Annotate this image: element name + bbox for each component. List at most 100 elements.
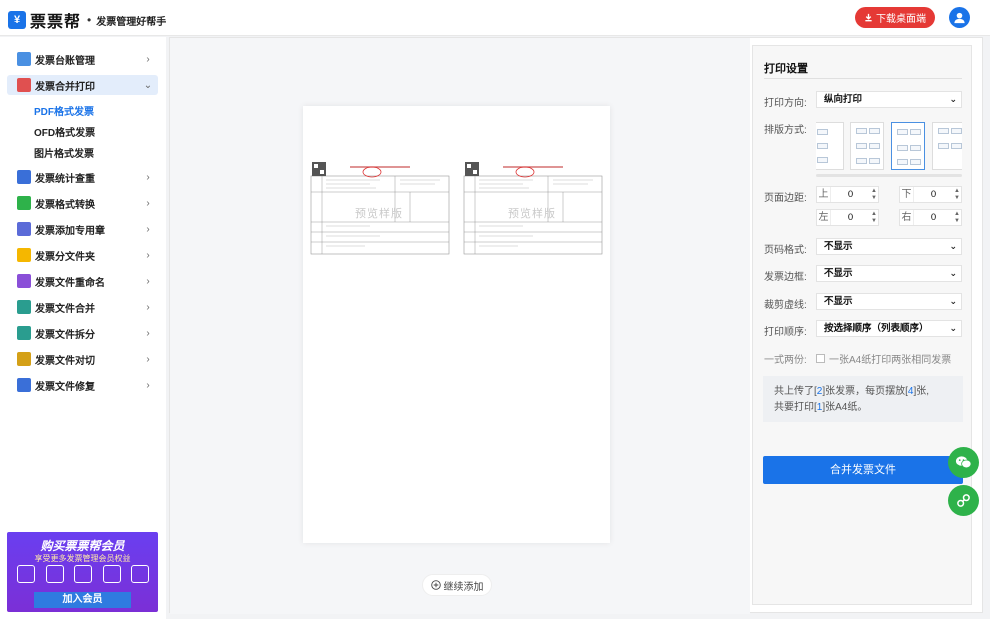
layout-option-6[interactable]: [932, 122, 962, 170]
logo-separator: •: [87, 13, 92, 27]
chevron-down-icon: ⌄: [949, 94, 957, 104]
margin-top-input[interactable]: 上 0 ▲ ▼: [816, 186, 879, 203]
repair-icon: [17, 378, 31, 392]
sidebar-item-stamp[interactable]: 发票添加专用章 ›: [7, 219, 158, 239]
continue-add-label: 继续添加: [443, 581, 484, 593]
submenu-ofd-invoice[interactable]: OFD格式发票: [34, 124, 95, 139]
page-number-label: 页码格式:: [764, 245, 807, 256]
join-membership-button[interactable]: 加入会员: [34, 592, 131, 608]
orientation-select[interactable]: 纵向打印 ⌄: [816, 91, 962, 108]
chevron-right-icon: ›: [146, 223, 150, 235]
promo-subtitle: 享受更多发票管理会员权益: [34, 554, 131, 563]
stats-icon: [17, 170, 31, 184]
layout-scrollbar[interactable]: [816, 174, 962, 177]
plus-circle-icon: [430, 580, 441, 590]
monitor-icon: [45, 565, 64, 583]
margin-side-label: 上: [817, 187, 831, 202]
invoice-border-select[interactable]: 不显示 ⌄: [816, 265, 962, 282]
margin-value: 0: [930, 189, 937, 200]
cut-icon: [17, 352, 31, 366]
stepper-arrows-icon[interactable]: ▲ ▼: [870, 211, 878, 225]
merge-invoice-files-button[interactable]: 合并发票文件: [763, 456, 963, 484]
cut-line-select[interactable]: 不显示 ⌄: [816, 293, 962, 310]
summary-text: 共要打印[: [774, 402, 817, 413]
sidebar-item-file-merge[interactable]: 发票文件合并 ›: [7, 297, 158, 317]
sidebar-item-label: 发票文件拆分: [35, 329, 95, 341]
sidebar-item-label: 发票格式转换: [35, 199, 95, 211]
chevron-right-icon: ›: [146, 379, 150, 391]
duplicate-checkbox-row[interactable]: 一张A4纸打印两张相同发票: [816, 351, 951, 366]
margin-value: 0: [847, 189, 854, 200]
margin-bottom-input[interactable]: 下 0 ▲ ▼: [899, 186, 962, 203]
layout-option-1[interactable]: [816, 122, 844, 170]
user-group-icon: [102, 565, 121, 583]
wechat-icon: [955, 456, 972, 469]
sidebar-item-stats[interactable]: 发票统计查重 ›: [7, 167, 158, 187]
sidebar-item-convert[interactable]: 发票格式转换 ›: [7, 193, 158, 213]
chevron-right-icon: ›: [146, 275, 150, 287]
continue-add-button[interactable]: 继续添加: [422, 574, 492, 596]
ledger-icon: [17, 52, 31, 66]
sidebar-item-merge-print[interactable]: 发票合并打印 ⌄: [7, 75, 158, 95]
sidebar-item-label: 发票文件修复: [35, 381, 95, 393]
logo-slogan: 发票管理好帮手: [96, 16, 167, 28]
preview-watermark: 预览样版: [508, 208, 556, 220]
stepper-arrows-icon[interactable]: ▲ ▼: [953, 188, 961, 202]
chevron-right-icon: ›: [146, 301, 150, 313]
stepper-arrows-icon[interactable]: ▲ ▼: [870, 188, 878, 202]
layout-option-2[interactable]: [850, 122, 884, 170]
sidebar-item-label: 发票合并打印: [35, 81, 95, 93]
sidebar-item-label: 发票文件合并: [35, 303, 95, 315]
margin-side-label: 右: [900, 210, 914, 225]
submenu-image-invoice[interactable]: 图片格式发票: [34, 145, 94, 160]
download-icon: [865, 13, 872, 22]
page-number-select[interactable]: 不显示 ⌄: [816, 238, 962, 255]
print-order-value: 按选择顺序（列表顺序）: [824, 323, 929, 334]
sidebar: 发票台账管理 › 发票合并打印 ⌄ PDF格式发票 OFD格式发票 图片格式发票…: [0, 37, 166, 619]
sidebar-item-invoice-ledger[interactable]: 发票台账管理 ›: [7, 49, 158, 69]
duplicate-label: 一式两份:: [764, 355, 807, 366]
layout-option-4-selected[interactable]: [891, 122, 925, 170]
summary-line-2: 共要打印[1]张A4纸。: [774, 400, 963, 416]
user-avatar[interactable]: [949, 7, 970, 28]
sidebar-item-rename[interactable]: 发票文件重命名 ›: [7, 271, 158, 291]
app-logo[interactable]: ¥ 票票帮 • 发票管理好帮手: [8, 8, 166, 32]
top-bar: ¥ 票票帮 • 发票管理好帮手 下载桌面端: [0, 0, 990, 36]
margin-label: 页面边距:: [764, 193, 807, 204]
invoice-border-label: 发票边框:: [764, 272, 807, 283]
membership-promo-banner[interactable]: 购买票票帮会员 享受更多发票管理会员权益 加入会员: [7, 532, 158, 612]
promo-benefit-icons: [17, 565, 149, 583]
merge-icon: [17, 300, 31, 314]
summary-text: 共上传了[: [774, 386, 817, 397]
rename-icon: [17, 274, 31, 288]
chevron-down-icon: ⌄: [143, 79, 153, 91]
sidebar-item-file-cut[interactable]: 发票文件对切 ›: [7, 349, 158, 369]
duplicate-checkbox[interactable]: [816, 354, 825, 363]
a4-preview-page: 预览样版 预览样版: [303, 106, 610, 543]
sidebar-item-file-repair[interactable]: 发票文件修复 ›: [7, 375, 158, 395]
margin-side-label: 左: [817, 210, 831, 225]
download-desktop-button[interactable]: 下载桌面端: [855, 7, 935, 28]
split-icon: [17, 326, 31, 340]
invoice-border-value: 不显示: [824, 268, 853, 279]
submenu-pdf-invoice[interactable]: PDF格式发票: [34, 103, 94, 118]
user-icon: [954, 12, 965, 24]
margin-left-input[interactable]: 左 0 ▲ ▼: [816, 209, 879, 226]
sidebar-item-label: 发票文件重命名: [35, 277, 105, 289]
sidebar-item-label: 发票统计查重: [35, 173, 95, 185]
print-settings-title: 打印设置: [764, 63, 808, 75]
margin-right-input[interactable]: 右 0 ▲ ▼: [899, 209, 962, 226]
orientation-value: 纵向打印: [824, 94, 863, 105]
chevron-down-icon: ⌄: [949, 296, 957, 306]
sidebar-item-folder[interactable]: 发票分文件夹 ›: [7, 245, 158, 265]
sidebar-item-file-split[interactable]: 发票文件拆分 ›: [7, 323, 158, 343]
wechat-float-button[interactable]: [948, 447, 979, 478]
print-order-select[interactable]: 按选择顺序（列表顺序） ⌄: [816, 320, 962, 337]
mini-program-float-button[interactable]: [948, 485, 979, 516]
summary-text: ]张发票，每页摆放[: [822, 386, 908, 397]
margin-side-label: 下: [900, 187, 914, 202]
chevron-down-icon: ⌄: [949, 268, 957, 278]
margin-value: 0: [847, 212, 854, 223]
stepper-arrows-icon[interactable]: ▲ ▼: [953, 211, 961, 225]
print-preview-area: 预览样版 预览样版 继续添加: [170, 38, 750, 614]
